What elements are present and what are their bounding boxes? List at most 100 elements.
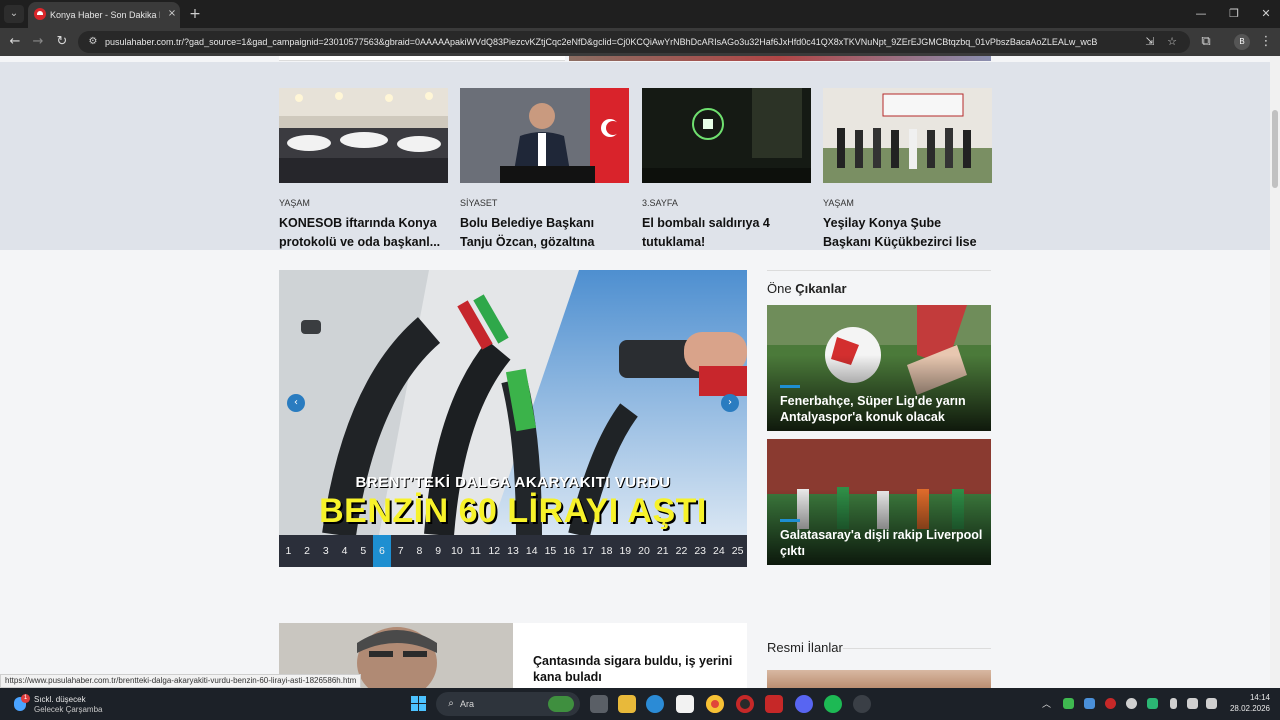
news-card[interactable]: SİYASET Bolu Belediye Başkanı Tanju Özca… — [460, 88, 629, 252]
steam-icon[interactable] — [1084, 698, 1095, 709]
news-card-title[interactable]: El bombalı saldırıya 4 tutuklama! — [642, 214, 811, 252]
slider-page-22[interactable]: 22 — [672, 535, 691, 567]
slider-page-7[interactable]: 7 — [391, 535, 410, 567]
discord-icon[interactable] — [795, 695, 813, 713]
slider-page-2[interactable]: 2 — [298, 535, 317, 567]
news-card-image[interactable] — [823, 88, 992, 183]
slider-page-13[interactable]: 13 — [504, 535, 523, 567]
news-card-category[interactable]: YAŞAM — [823, 197, 992, 209]
slider-page-23[interactable]: 23 — [691, 535, 710, 567]
volume-icon[interactable] — [1206, 698, 1217, 709]
back-button[interactable]: ← — [6, 33, 24, 51]
start-button[interactable] — [411, 696, 427, 712]
link-status-bar: https://www.pusulahaber.com.tr/brentteki… — [0, 674, 362, 688]
spotify-icon[interactable] — [824, 695, 842, 713]
slider-page-24[interactable]: 24 — [710, 535, 729, 567]
minimize-button[interactable]: — — [1190, 4, 1212, 24]
url-text[interactable]: pusulahaber.com.tr/?gad_source=1&gad_cam… — [105, 35, 1105, 49]
site-info-icon[interactable]: ⚙ — [86, 35, 100, 49]
profile-avatar[interactable]: B — [1234, 34, 1250, 50]
slider-page-8[interactable]: 8 — [410, 535, 429, 567]
close-window-button[interactable]: ✕ — [1255, 4, 1277, 24]
clock-time[interactable]: 14:14 — [1230, 693, 1270, 703]
slider-page-15[interactable]: 15 — [541, 535, 560, 567]
restore-button[interactable]: ❐ — [1223, 4, 1245, 24]
app-icon[interactable] — [765, 695, 783, 713]
slider-page-5[interactable]: 5 — [354, 535, 373, 567]
slider-page-17[interactable]: 17 — [579, 535, 598, 567]
slider-headline[interactable]: BENZİN 60 LİRAYI AŞTI — [279, 492, 747, 531]
page-scrollbar[interactable] — [1270, 56, 1280, 688]
slider-next-button[interactable]: › — [721, 394, 739, 412]
network-icon[interactable] — [1187, 698, 1198, 709]
file-explorer-icon[interactable] — [618, 695, 636, 713]
bookmark-star-icon[interactable]: ☆ — [1165, 35, 1179, 49]
slider-page-18[interactable]: 18 — [597, 535, 616, 567]
slider-page-1[interactable]: 1 — [279, 535, 298, 567]
featured-heading: Öne Çıkanlar — [767, 281, 991, 297]
slider-page-10[interactable]: 10 — [447, 535, 466, 567]
reload-button[interactable]: ↻ — [53, 33, 71, 51]
news-card[interactable]: YAŞAM Yeşilay Konya Şube Başkanı Küçükbe… — [823, 88, 992, 252]
slider-page-25[interactable]: 25 — [728, 535, 747, 567]
slider-subheadline[interactable]: BRENT’TEKİ DALGA AKARYAKITI VURDU — [279, 474, 747, 491]
new-tab-button[interactable]: + — [186, 5, 204, 23]
app-icon[interactable] — [853, 695, 871, 713]
tab-close-icon[interactable]: × — [165, 7, 179, 21]
taskbar-search[interactable]: ⌕ Ara — [436, 692, 580, 716]
slider-page-14[interactable]: 14 — [522, 535, 541, 567]
tray-app-icon[interactable] — [1105, 698, 1116, 709]
chrome-icon[interactable] — [706, 695, 724, 713]
slider-prev-button[interactable]: ‹ — [287, 394, 305, 412]
slider-page-9[interactable]: 9 — [429, 535, 448, 567]
news-card-title[interactable]: Bolu Belediye Başkanı Tanju Özcan, gözal… — [460, 214, 629, 252]
news-card[interactable]: 3.SAYFA El bombalı saldırıya 4 tutuklama… — [642, 88, 811, 252]
edge-icon[interactable] — [646, 695, 664, 713]
featured-card-title[interactable]: Fenerbahçe, Süper Lig'de yarın Antalyasp… — [780, 393, 985, 425]
news-card-image[interactable] — [642, 88, 811, 183]
headline-slider[interactable]: ‹ › BRENT’TEKİ DALGA AKARYAKITI VURDU BE… — [279, 270, 747, 567]
slider-page-20[interactable]: 20 — [635, 535, 654, 567]
featured-card-title[interactable]: Galatasaray'a dişli rakip Liverpool çıkt… — [780, 527, 985, 559]
forward-button[interactable]: → — [29, 33, 47, 51]
slider-page-16[interactable]: 16 — [560, 535, 579, 567]
slider-page-21[interactable]: 21 — [653, 535, 672, 567]
news-card-category[interactable]: 3.SAYFA — [642, 197, 811, 209]
featured-card[interactable]: Fenerbahçe, Süper Lig'de yarın Antalyasp… — [767, 305, 991, 431]
featured-card[interactable]: Galatasaray'a dişli rakip Liverpool çıkt… — [767, 439, 991, 565]
tab-search-button[interactable]: ⌄ — [4, 5, 24, 23]
slider-page-6[interactable]: 6 — [372, 535, 392, 567]
scrollbar-thumb[interactable] — [1272, 110, 1278, 188]
slider-page-11[interactable]: 11 — [466, 535, 485, 567]
tray-app-icon[interactable] — [1063, 698, 1074, 709]
news-card[interactable]: YAŞAM KONESOB iftarında Konya protokolü … — [279, 88, 448, 252]
news-card-category[interactable]: SİYASET — [460, 197, 629, 209]
brightness-icon[interactable] — [1126, 698, 1137, 709]
app-icon[interactable] — [736, 695, 754, 713]
slider-page-4[interactable]: 4 — [335, 535, 354, 567]
task-view-icon[interactable] — [590, 695, 608, 713]
resmi-ilan-image[interactable] — [767, 670, 991, 688]
extensions-icon[interactable]: ⧉ — [1197, 33, 1215, 51]
news-card-category[interactable]: YAŞAM — [279, 197, 448, 209]
store-icon[interactable] — [676, 695, 694, 713]
slider-page-19[interactable]: 19 — [616, 535, 635, 567]
news-card-title[interactable]: KONESOB iftarında Konya protokolü ve oda… — [279, 214, 448, 252]
weather-widget[interactable]: 1 Sıckl. düşecek Gelecek Çarşamba — [12, 692, 132, 716]
slider-page-3[interactable]: 3 — [316, 535, 335, 567]
news-card-image[interactable] — [460, 88, 629, 183]
browser-menu-icon[interactable]: ⋮ — [1257, 33, 1275, 51]
news-card-title[interactable]: Yeşilay Konya Şube Başkanı Küçükbezirci … — [823, 214, 992, 252]
tray-overflow-icon[interactable]: ︿ — [1042, 697, 1051, 710]
browser-tab-active[interactable]: Konya Haber - Son Dakika Konya × — [28, 2, 180, 28]
slider-page-12[interactable]: 12 — [485, 535, 504, 567]
article-card-title[interactable]: Çantasında sigara buldu, iş yerini kana … — [533, 653, 733, 685]
address-bar[interactable]: ⚙ pusulahaber.com.tr/?gad_source=1&gad_c… — [78, 31, 1190, 53]
microphone-icon[interactable] — [1170, 698, 1177, 709]
tray-app-icon[interactable] — [1147, 698, 1158, 709]
featured-card-accent — [780, 519, 800, 522]
news-card-image[interactable] — [279, 88, 448, 183]
divider — [767, 270, 991, 271]
install-app-icon[interactable]: ⇲ — [1143, 35, 1157, 49]
clock-date[interactable]: 28.02.2026 — [1220, 704, 1270, 714]
